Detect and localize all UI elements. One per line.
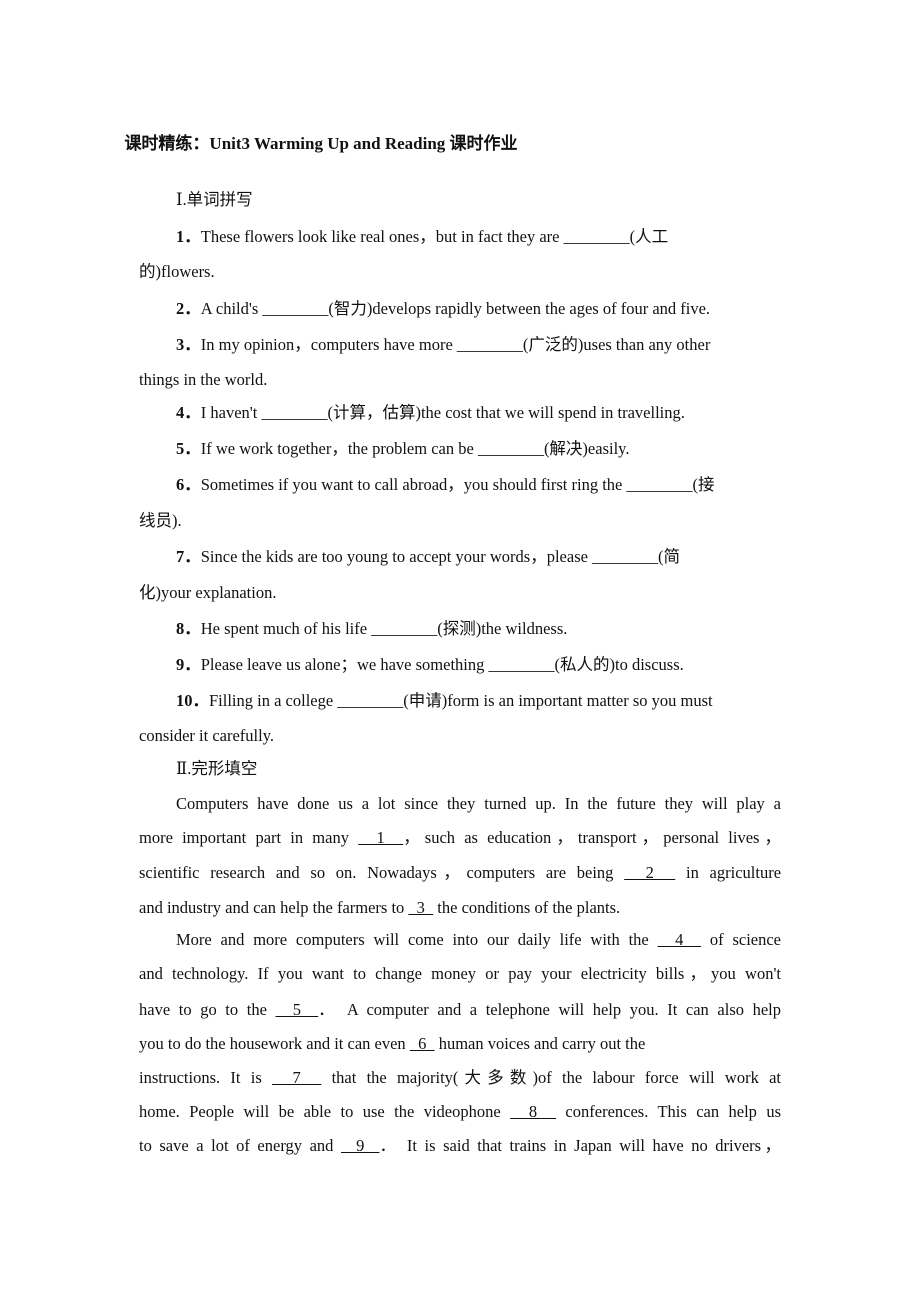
question-number: 8． xyxy=(176,619,201,638)
question-4: 4．I haven't ________(计算，估算)the cost that… xyxy=(176,401,685,425)
question-text: A child's ________(智力)develops rapidly b… xyxy=(200,299,711,318)
question-number: 1． xyxy=(176,227,201,246)
question-7-continued: 化)your explanation. xyxy=(139,583,277,602)
cloze-line: and technology. If you want to change mo… xyxy=(139,964,781,983)
question-text: Sometimes if you want to call abroad，you… xyxy=(200,475,715,494)
cloze-line: to save a lot of energy and 9 ． It is sa… xyxy=(139,1136,782,1155)
cloze-line: scientific research and so on. Nowadays，… xyxy=(139,863,782,882)
cloze-line: you to do the housework and it can even … xyxy=(139,1034,646,1053)
question-2: 2．A child's ________(智力)develops rapidly… xyxy=(176,297,710,321)
question-10: 10．Filling in a college ________(申请)form… xyxy=(176,689,713,713)
question-text: I haven't ________(计算，估算)the cost that w… xyxy=(200,403,685,422)
question-number: 2． xyxy=(176,299,201,318)
cloze-blank: 6 xyxy=(409,1034,435,1053)
question-text: If we work together，the problem can be _… xyxy=(200,439,630,458)
page-title: 课时精练：Unit3 Warming Up and Reading 课时作业 xyxy=(124,134,518,153)
question-text: These flowers look like real ones，but in… xyxy=(200,227,669,246)
cloze-line: have to go to the 5 ． A computer and a t… xyxy=(139,1000,781,1019)
question-text: Since the kids are too young to accept y… xyxy=(200,547,681,566)
question-text: In my opinion，computers have more ______… xyxy=(200,335,711,354)
question-text: Please leave us alone；we have something … xyxy=(200,655,684,674)
question-number: 3． xyxy=(176,335,201,354)
question-text: Filling in a college ________(申请)form is… xyxy=(209,691,713,710)
cloze-line: Computers have done us a lot since they … xyxy=(176,794,781,813)
section-heading-vocabulary: Ⅰ.单词拼写 xyxy=(176,190,253,209)
cloze-blank: 8 xyxy=(510,1102,557,1121)
question-3-continued: things in the world. xyxy=(139,370,268,389)
question-6: 6．Sometimes if you want to call abroad，y… xyxy=(176,473,714,497)
cloze-line: and industry and can help the farmers to… xyxy=(139,898,621,917)
cloze-line: home. People will be able to use the vid… xyxy=(139,1102,781,1121)
cloze-blank: 3 xyxy=(408,898,434,917)
question-text: He spent much of his life ________(探测)th… xyxy=(200,619,568,638)
question-6-continued: 线员). xyxy=(139,511,182,530)
cloze-blank: 9 xyxy=(340,1136,380,1155)
question-number: 4． xyxy=(176,403,201,422)
question-number: 5． xyxy=(176,439,201,458)
question-9: 9．Please leave us alone；we have somethin… xyxy=(176,653,684,677)
question-8: 8．He spent much of his life ________(探测)… xyxy=(176,617,567,641)
cloze-line: more important part in many 1 ，such as e… xyxy=(139,828,782,847)
cloze-line: More and more computers will come into o… xyxy=(176,930,782,949)
question-5: 5．If we work together，the problem can be… xyxy=(176,437,629,461)
cloze-blank: 5 xyxy=(275,1000,319,1019)
question-number: 10． xyxy=(176,691,209,710)
section-heading-cloze: Ⅱ.完形填空 xyxy=(176,759,258,778)
question-10-continued: consider it carefully. xyxy=(139,726,274,745)
question-number: 9． xyxy=(176,655,201,674)
question-1: 1．These flowers look like real ones，but … xyxy=(176,225,668,249)
question-number: 6． xyxy=(176,475,201,494)
cloze-blank: 7 xyxy=(272,1068,322,1087)
cloze-blank: 4 xyxy=(657,930,702,949)
cloze-blank: 1 xyxy=(358,828,404,847)
question-number: 7． xyxy=(176,547,201,566)
cloze-line: instructions. It is 7 that the majority(… xyxy=(139,1068,781,1087)
cloze-blank: 2 xyxy=(624,863,676,882)
question-1-continued: 的)flowers. xyxy=(139,262,215,281)
question-3: 3．In my opinion，computers have more ____… xyxy=(176,333,710,357)
question-7: 7．Since the kids are too young to accept… xyxy=(176,545,680,569)
